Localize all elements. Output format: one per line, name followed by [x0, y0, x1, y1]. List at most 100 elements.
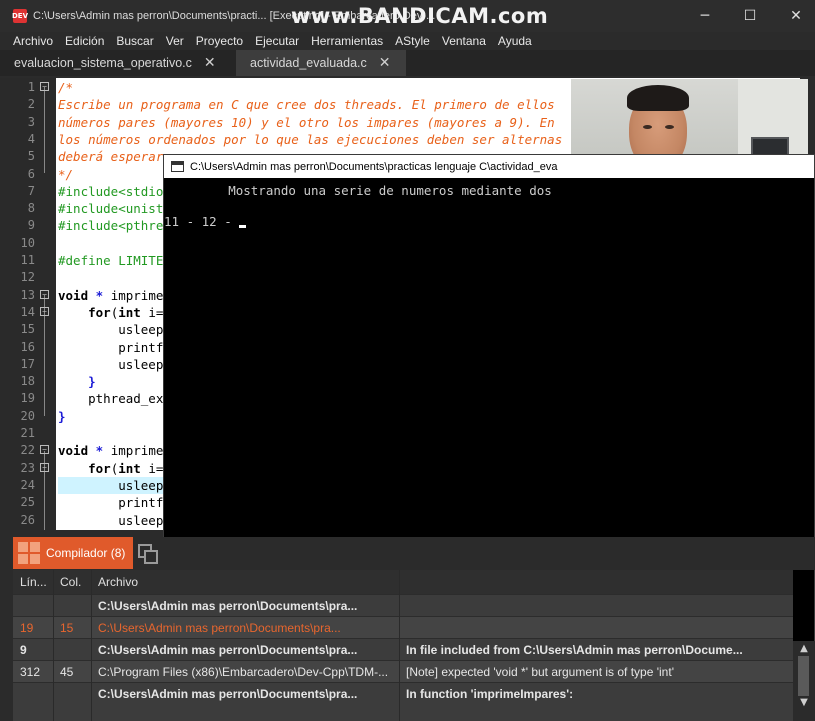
menu-item-edicion[interactable]: Edición — [59, 32, 110, 50]
compiler-tab[interactable]: Compilador (8) — [13, 537, 133, 569]
code-text: } — [58, 408, 66, 424]
line-number: 18 — [20, 374, 35, 389]
scroll-thumb[interactable] — [798, 656, 809, 696]
line-number: 14 — [20, 304, 35, 319]
tab-close-icon[interactable]: ✕ — [379, 55, 391, 71]
line-number: 19 — [20, 391, 35, 406]
code-text: usleep — [58, 512, 164, 528]
fold-toggle-icon[interactable]: − — [40, 289, 49, 299]
cell-line — [13, 595, 53, 617]
results-scrollbar[interactable]: ▲ ▼ — [793, 641, 815, 721]
code-text: for(int i= — [88, 460, 164, 476]
table-header: Lín... Col. Archivo — [13, 570, 793, 594]
scroll-up-icon[interactable]: ▲ — [797, 643, 811, 654]
tab-close-icon[interactable]: ✕ — [204, 55, 216, 71]
line-number: 5 — [27, 149, 35, 164]
cell-file: C:\Users\Admin mas perron\Documents\pra.… — [98, 599, 358, 613]
tab-label: actividad_evaluada.c — [250, 56, 367, 70]
column-separator — [91, 570, 92, 721]
line-number: 1 — [27, 80, 35, 94]
menu-item-archivo[interactable]: Archivo — [0, 32, 59, 50]
menu-item-herramientas[interactable]: Herramientas — [305, 32, 389, 50]
line-number: 3 — [27, 114, 35, 129]
line-number: 25 — [20, 495, 35, 510]
close-button[interactable]: ✕ — [773, 0, 815, 32]
menu-item-ver[interactable]: Ver — [160, 32, 190, 50]
fold-toggle-icon[interactable]: − — [40, 445, 49, 455]
line-number: 4 — [27, 131, 35, 146]
console-output-header: Mostrando una serie de numeros mediante … — [168, 183, 552, 198]
cell-col: 45 — [60, 665, 74, 679]
code-text: los números ordenados por lo que las eje… — [58, 131, 563, 147]
menu-item-astyle[interactable]: AStyle — [389, 32, 436, 50]
cell-message — [399, 595, 793, 617]
copy-icon[interactable] — [138, 544, 160, 566]
code-text: #define LIMITE — [58, 253, 164, 268]
line-number: 2 — [27, 97, 35, 112]
code-text: deberá esperar — [58, 149, 164, 165]
code-text: usleep — [58, 322, 164, 338]
code-text: for(int i= — [88, 304, 164, 320]
cell-file: C:\Users\Admin mas perron\Documents\pra.… — [98, 643, 358, 657]
column-header-file[interactable]: Archivo — [91, 570, 399, 594]
code-text: #include<stdio — [58, 183, 164, 199]
line-number: 21 — [20, 426, 35, 440]
line-number: 10 — [20, 235, 35, 250]
table-row[interactable]: C:\Users\Admin mas perron\Documents\pra.… — [13, 594, 793, 616]
cell-message: In function 'imprimeImpares': — [406, 687, 574, 701]
column-separator — [53, 570, 54, 721]
code-text: void * imprime — [58, 443, 164, 459]
code-text: #include<pthre — [58, 218, 164, 234]
cell-line: 9 — [20, 643, 27, 657]
line-number: 11 — [20, 253, 35, 267]
code-text: printf — [58, 495, 164, 511]
tab-evaluacion-sistema-operativo[interactable]: evaluacion_sistema_operativo.c ✕ — [0, 50, 236, 76]
code-text: /* — [58, 80, 74, 95]
table-row[interactable]: 19 15 C:\Users\Admin mas perron\Documents\… — [13, 616, 793, 638]
table-row[interactable]: 9 C:\Users\Admin mas perron\Documents\pra… — [13, 638, 793, 660]
line-number: 7 — [27, 183, 35, 198]
menu-item-ventana[interactable]: Ventana — [436, 32, 492, 50]
bottom-panel-tabs: Compilador (8) — [0, 537, 815, 570]
devcpp-app-icon: DEV — [12, 9, 28, 23]
cell-file: C:\Program Files (x86)\Embarcadero\Dev-C… — [98, 665, 389, 679]
cell-col — [53, 639, 94, 661]
scroll-down-icon[interactable]: ▼ — [797, 697, 811, 708]
grid-icon — [18, 542, 40, 564]
menu-item-ejecutar[interactable]: Ejecutar — [249, 32, 305, 50]
fold-toggle-icon[interactable]: − — [40, 306, 49, 316]
fold-toggle-icon[interactable]: − — [40, 82, 49, 91]
cell-message: [Note] expected 'void *' but argument is… — [406, 665, 674, 679]
code-text: números pares (mayores 10) y el otro los… — [58, 114, 555, 130]
maximize-button[interactable]: ☐ — [727, 0, 773, 32]
line-number: 22 — [20, 443, 35, 458]
code-text: #include<unist — [58, 201, 164, 217]
menu-item-proyecto[interactable]: Proyecto — [190, 32, 249, 50]
line-number: 8 — [27, 201, 35, 216]
column-separator — [399, 570, 400, 721]
console-title-bar[interactable]: C:\Users\Admin mas perron\Documents\prac… — [164, 155, 814, 178]
webcam-eye — [665, 125, 674, 129]
cell-line: 312 — [20, 665, 41, 679]
bandicam-watermark: www.BANDICAM.com — [291, 4, 549, 28]
code-text: pthread_ex — [58, 391, 164, 407]
cell-col — [53, 595, 94, 617]
line-number: 17 — [20, 356, 35, 371]
cell-message — [399, 617, 793, 639]
code-text: Escribe un programa en C que cree dos th… — [58, 97, 555, 113]
table-row[interactable]: C:\Users\Admin mas perron\Documents\pra.… — [13, 682, 793, 704]
webcam-person-hair — [627, 85, 689, 111]
webcam-eye — [643, 125, 652, 129]
line-number: 20 — [20, 408, 35, 423]
table-row[interactable]: 312 45 C:\Program Files (x86)\Embarcadero\… — [13, 660, 793, 682]
line-number: 26 — [20, 512, 35, 527]
menu-item-buscar[interactable]: Buscar — [110, 32, 159, 50]
tab-actividad-evaluada[interactable]: actividad_evaluada.c ✕ — [236, 50, 406, 76]
cell-message: In file included from C:\Users\Admin mas… — [406, 643, 743, 657]
minimize-button[interactable]: ─ — [682, 0, 728, 32]
menu-item-ayuda[interactable]: Ayuda — [492, 32, 538, 50]
column-header-col[interactable]: Col. — [53, 570, 94, 594]
column-header-line[interactable]: Lín... — [13, 570, 53, 594]
fold-toggle-icon[interactable]: − — [40, 462, 49, 472]
code-text: printf — [58, 339, 164, 355]
